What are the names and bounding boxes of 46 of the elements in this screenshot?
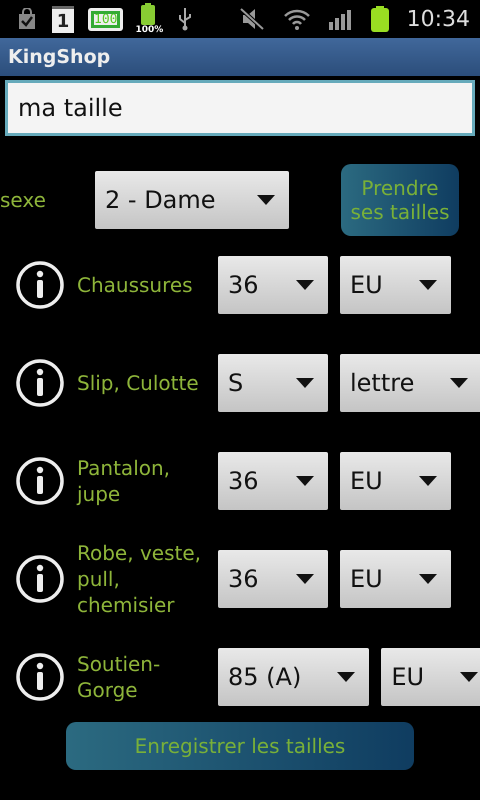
usb-icon bbox=[177, 7, 194, 31]
caret-icon bbox=[296, 280, 314, 290]
unit-dropdown[interactable]: EU bbox=[340, 256, 451, 314]
caret-icon bbox=[460, 672, 478, 682]
caret-icon bbox=[257, 195, 275, 205]
sex-dropdown[interactable]: 2 - Dame bbox=[95, 171, 289, 229]
size-dropdown[interactable]: 36 bbox=[218, 452, 328, 510]
wifi-icon bbox=[282, 8, 311, 30]
clothing-label: Slip, Culotte bbox=[77, 370, 200, 396]
caret-icon bbox=[296, 574, 314, 584]
clothing-label: Pantalon, jupe bbox=[77, 455, 172, 507]
shopping-bag-icon bbox=[16, 8, 38, 30]
size-dropdown[interactable]: 36 bbox=[218, 550, 328, 608]
size-dropdown[interactable]: 85 (A) bbox=[218, 648, 370, 706]
info-icon[interactable] bbox=[15, 456, 65, 506]
battery-icon bbox=[141, 3, 156, 25]
size-dropdown[interactable]: 36 bbox=[218, 256, 328, 314]
info-icon[interactable] bbox=[15, 358, 65, 408]
battery-icon bbox=[370, 6, 389, 32]
search-field[interactable]: ma taille bbox=[5, 80, 475, 136]
size-dropdown[interactable]: S bbox=[218, 354, 328, 412]
clothing-label: Chaussures bbox=[77, 272, 194, 298]
caret-icon bbox=[450, 378, 468, 388]
info-icon[interactable] bbox=[15, 652, 65, 702]
clothing-label: Soutien-Gorge bbox=[77, 651, 162, 703]
unit-dropdown[interactable]: EU bbox=[381, 648, 480, 706]
sex-label: sexe bbox=[0, 187, 47, 213]
take-sizes-button[interactable]: Prendre ses tailles bbox=[341, 164, 459, 236]
caret-icon bbox=[337, 672, 356, 682]
caret-icon bbox=[418, 280, 437, 290]
unit-dropdown[interactable]: lettre bbox=[340, 354, 480, 412]
mute-icon bbox=[238, 7, 265, 31]
caret-icon bbox=[418, 574, 437, 584]
info-icon[interactable] bbox=[15, 260, 65, 310]
caret-icon bbox=[418, 476, 437, 486]
signal-icon bbox=[328, 8, 353, 30]
clothing-label: Robe, veste, pull, chemisier bbox=[77, 540, 202, 618]
unit-dropdown[interactable]: EU bbox=[340, 550, 451, 608]
info-icon[interactable] bbox=[15, 554, 65, 604]
caret-icon bbox=[296, 378, 314, 388]
battery-percent: 100% bbox=[135, 25, 164, 35]
calendar-icon: 1 bbox=[52, 6, 74, 32]
unit-dropdown[interactable]: EU bbox=[340, 452, 451, 510]
app-title: KingShop bbox=[8, 46, 110, 68]
caret-icon bbox=[296, 476, 314, 486]
clock: 10:34 bbox=[406, 6, 470, 32]
